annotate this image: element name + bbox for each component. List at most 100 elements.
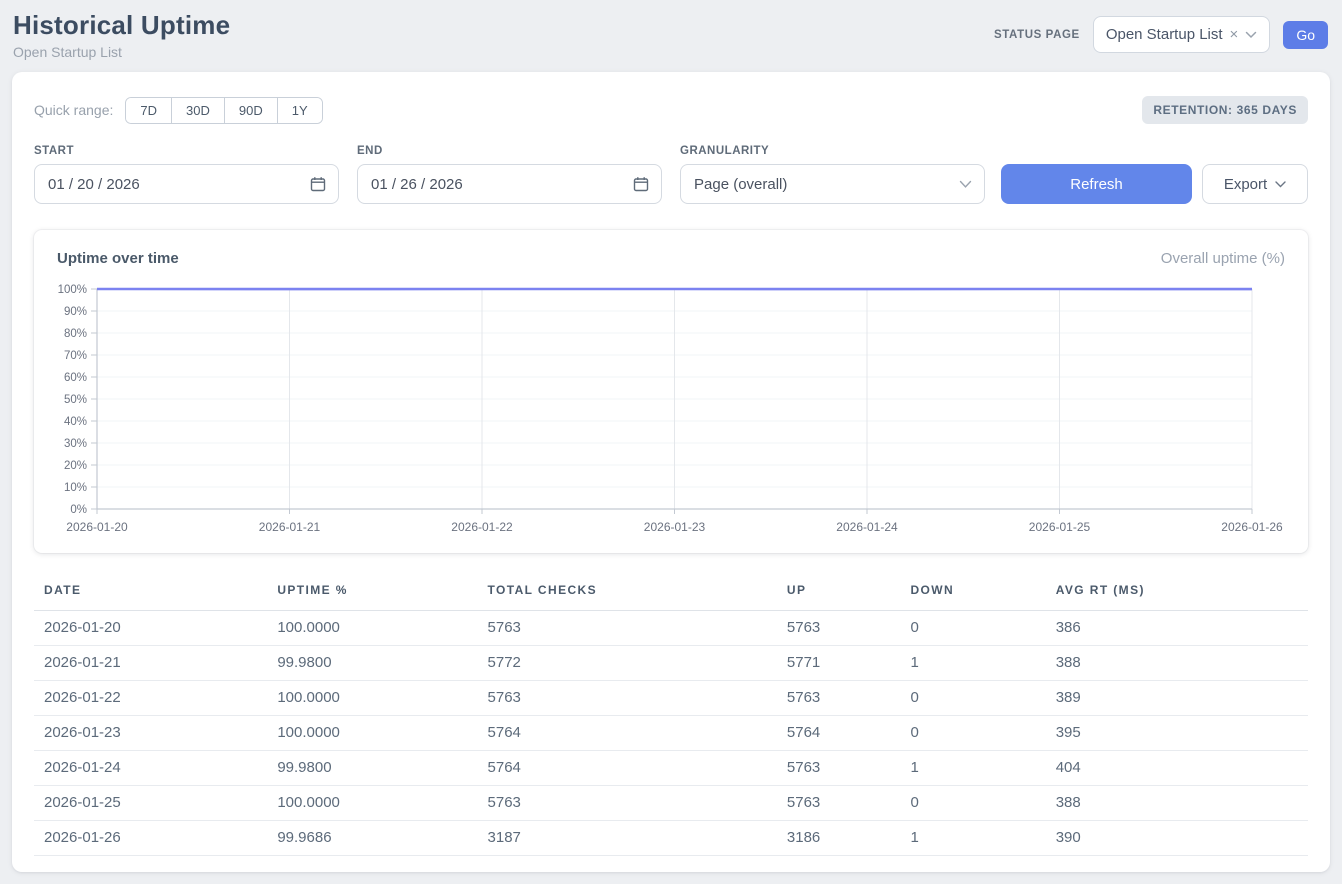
- retention-badge: RETENTION: 365 DAYS: [1142, 96, 1308, 124]
- column-header: TOTAL CHECKS: [488, 577, 787, 611]
- table-cell: 388: [1056, 786, 1308, 821]
- column-header: UPTIME %: [277, 577, 487, 611]
- svg-text:20%: 20%: [64, 460, 87, 472]
- uptime-chart: 0%10%20%30%40%50%60%70%80%90%100%2026-01…: [57, 279, 1285, 537]
- svg-text:100%: 100%: [58, 284, 87, 296]
- table-cell: 2026-01-22: [34, 681, 277, 716]
- table-cell: 5772: [488, 646, 787, 681]
- status-page-selected-value: Open Startup List: [1106, 26, 1223, 43]
- table-cell: 0: [910, 611, 1055, 646]
- table-cell: 100.0000: [277, 786, 487, 821]
- quick-range-1y[interactable]: 1Y: [277, 98, 322, 123]
- table-row: 2026-01-2499.9800576457631404: [34, 751, 1308, 786]
- table-cell: 5764: [787, 716, 911, 751]
- table-row: 2026-01-23100.0000576457640395: [34, 716, 1308, 751]
- quick-range-label: Quick range:: [34, 102, 113, 118]
- table-cell: 5763: [488, 681, 787, 716]
- refresh-button[interactable]: Refresh: [1001, 164, 1192, 204]
- page-header: Historical Uptime Open Startup List STAT…: [0, 0, 1342, 72]
- export-label: Export: [1224, 176, 1267, 193]
- table-cell: 1: [910, 646, 1055, 681]
- export-button[interactable]: Export: [1202, 164, 1308, 204]
- chart-header: Uptime over time Overall uptime (%): [57, 250, 1285, 267]
- table-cell: 100.0000: [277, 716, 487, 751]
- table-cell: 5763: [787, 681, 911, 716]
- quick-range-row: Quick range: 7D 30D 90D 1Y RETENTION: 36…: [34, 96, 1308, 124]
- chart-legend: Overall uptime (%): [1161, 250, 1285, 267]
- quick-range-90d[interactable]: 90D: [224, 98, 277, 123]
- granularity-select[interactable]: Page (overall): [680, 164, 985, 204]
- table-cell: 3186: [787, 821, 911, 856]
- table-cell: 5763: [787, 751, 911, 786]
- start-date-field-group: START 01 / 20 / 2026: [34, 145, 339, 204]
- title-block: Historical Uptime Open Startup List: [13, 10, 230, 60]
- svg-text:2026-01-25: 2026-01-25: [1029, 520, 1091, 534]
- table-cell: 388: [1056, 646, 1308, 681]
- column-header: DOWN: [910, 577, 1055, 611]
- status-page-label: STATUS PAGE: [994, 29, 1080, 41]
- table-cell: 0: [910, 716, 1055, 751]
- granularity-field-group: GRANULARITY Page (overall): [680, 145, 985, 204]
- svg-text:80%: 80%: [64, 328, 87, 340]
- table-row: 2026-01-25100.0000576357630388: [34, 786, 1308, 821]
- column-header: AVG RT (MS): [1056, 577, 1308, 611]
- table-cell: 5763: [787, 611, 911, 646]
- svg-text:0%: 0%: [70, 504, 87, 516]
- table-cell: 2026-01-23: [34, 716, 277, 751]
- end-date-input[interactable]: 01 / 26 / 2026: [357, 164, 662, 204]
- table-cell: 2026-01-24: [34, 751, 277, 786]
- chart-title: Uptime over time: [57, 250, 179, 267]
- table-cell: 100.0000: [277, 611, 487, 646]
- table-row: 2026-01-2199.9800577257711388: [34, 646, 1308, 681]
- quick-range-group: 7D 30D 90D 1Y: [125, 97, 322, 124]
- chevron-down-icon: [1275, 181, 1286, 188]
- go-button[interactable]: Go: [1283, 21, 1328, 49]
- granularity-label: GRANULARITY: [680, 145, 985, 157]
- page-title: Historical Uptime: [13, 10, 230, 41]
- status-page-select[interactable]: Open Startup List ×: [1093, 16, 1271, 53]
- table-cell: 100.0000: [277, 681, 487, 716]
- table-cell: 5763: [488, 611, 787, 646]
- daily-uptime-table-wrap: DATEUPTIME %TOTAL CHECKSUPDOWNAVG RT (MS…: [34, 577, 1308, 856]
- start-label: START: [34, 145, 339, 157]
- table-cell: 389: [1056, 681, 1308, 716]
- uptime-table-body: 2026-01-20100.00005763576303862026-01-21…: [34, 611, 1308, 856]
- table-row: 2026-01-2699.9686318731861390: [34, 821, 1308, 856]
- main-panel: Quick range: 7D 30D 90D 1Y RETENTION: 36…: [12, 72, 1330, 872]
- table-cell: 5764: [488, 751, 787, 786]
- table-cell: 99.9686: [277, 821, 487, 856]
- table-cell: 99.9800: [277, 751, 487, 786]
- table-cell: 1: [910, 821, 1055, 856]
- table-cell: 99.9800: [277, 646, 487, 681]
- table-cell: 5764: [488, 716, 787, 751]
- column-header: UP: [787, 577, 911, 611]
- table-row: 2026-01-22100.0000576357630389: [34, 681, 1308, 716]
- svg-text:10%: 10%: [64, 482, 87, 494]
- granularity-selected-value: Page (overall): [694, 176, 787, 193]
- table-cell: 404: [1056, 751, 1308, 786]
- table-cell: 2026-01-21: [34, 646, 277, 681]
- svg-text:2026-01-24: 2026-01-24: [836, 520, 898, 534]
- quick-range-7d[interactable]: 7D: [126, 98, 171, 123]
- table-header-row: DATEUPTIME %TOTAL CHECKSUPDOWNAVG RT (MS…: [34, 577, 1308, 611]
- quick-range-30d[interactable]: 30D: [171, 98, 224, 123]
- svg-text:60%: 60%: [64, 372, 87, 384]
- clear-icon[interactable]: ×: [1230, 27, 1239, 42]
- table-cell: 390: [1056, 821, 1308, 856]
- table-cell: 3187: [488, 821, 787, 856]
- start-date-input[interactable]: 01 / 20 / 2026: [34, 164, 339, 204]
- table-cell: 2026-01-26: [34, 821, 277, 856]
- svg-text:2026-01-21: 2026-01-21: [259, 520, 321, 534]
- svg-text:2026-01-20: 2026-01-20: [66, 520, 128, 534]
- end-date-value: 01 / 26 / 2026: [371, 176, 463, 193]
- svg-text:50%: 50%: [64, 394, 87, 406]
- svg-text:40%: 40%: [64, 416, 87, 428]
- calendar-icon[interactable]: [633, 176, 649, 192]
- end-label: END: [357, 145, 662, 157]
- table-cell: 395: [1056, 716, 1308, 751]
- svg-text:2026-01-23: 2026-01-23: [644, 520, 706, 534]
- svg-text:90%: 90%: [64, 306, 87, 318]
- calendar-icon[interactable]: [310, 176, 326, 192]
- svg-text:2026-01-22: 2026-01-22: [451, 520, 513, 534]
- daily-uptime-table: DATEUPTIME %TOTAL CHECKSUPDOWNAVG RT (MS…: [34, 577, 1308, 856]
